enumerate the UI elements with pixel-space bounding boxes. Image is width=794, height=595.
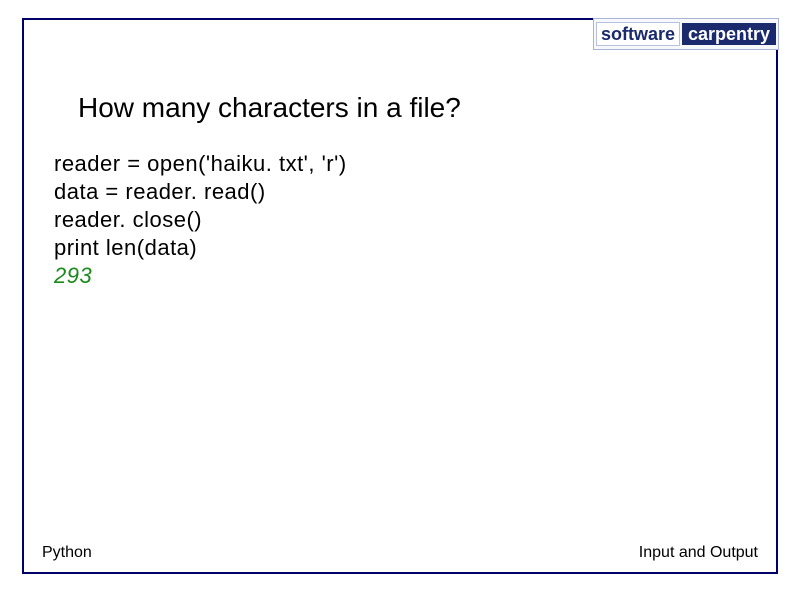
code-output: 293 [54, 262, 347, 290]
code-line: data = reader. read() [54, 178, 347, 206]
slide-title: How many characters in a file? [78, 92, 461, 124]
code-block: reader = open('haiku. txt', 'r') data = … [54, 150, 347, 290]
logo-word-carpentry: carpentry [682, 23, 776, 45]
code-line: reader = open('haiku. txt', 'r') [54, 150, 347, 178]
logo-word-software: software [596, 22, 680, 46]
footer-right: Input and Output [639, 544, 758, 562]
logo: software carpentry [593, 18, 779, 50]
code-line: reader. close() [54, 206, 347, 234]
slide-frame: software carpentry How many characters i… [22, 18, 778, 574]
footer-left: Python [42, 544, 92, 562]
code-line: print len(data) [54, 234, 347, 262]
